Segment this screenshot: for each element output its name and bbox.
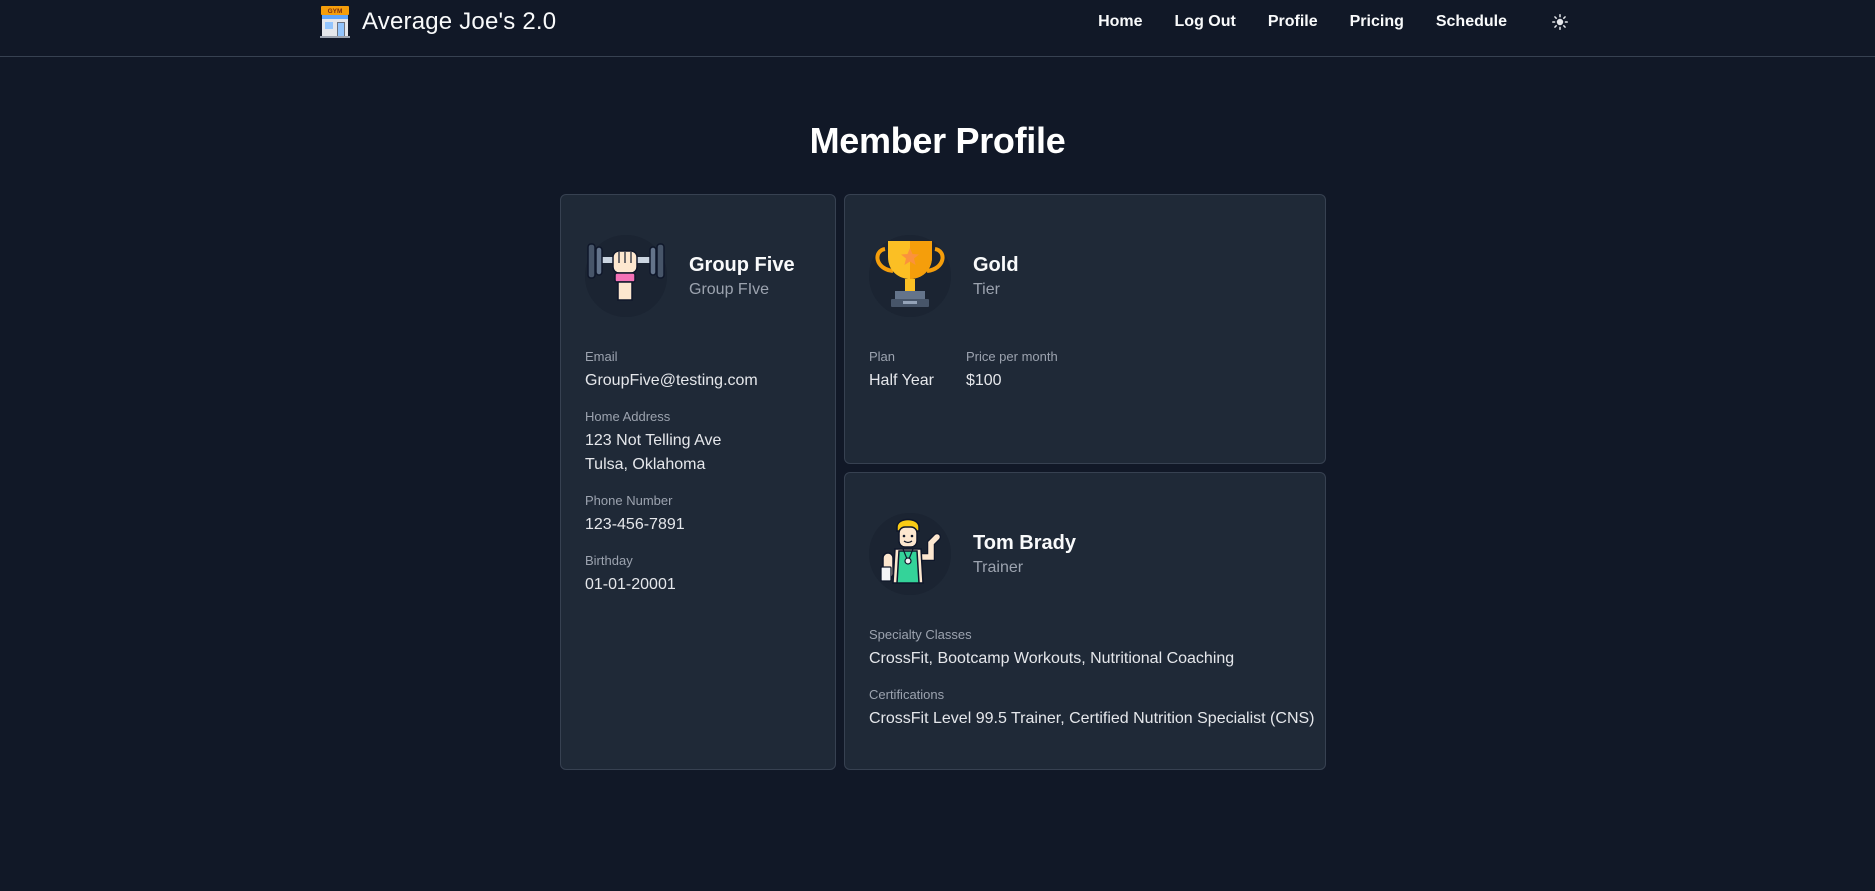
- app-title: Average Joe's 2.0: [362, 8, 557, 35]
- dumbbell-lift-icon: [585, 235, 667, 317]
- certifications-label: Certifications: [869, 687, 945, 702]
- birthday-label: Birthday: [585, 553, 633, 568]
- address-line2: Tulsa, Oklahoma: [585, 456, 706, 473]
- certifications-value: CrossFit Level 99.5 Trainer, Certified N…: [869, 710, 1315, 727]
- trophy-icon: [869, 235, 951, 317]
- trainer-subtitle: Trainer: [973, 558, 1024, 576]
- member-header: Group Five Group FIve: [585, 235, 795, 317]
- plan-value: Half Year: [869, 372, 934, 389]
- plan-label: Plan: [869, 349, 896, 364]
- phone-value: 123-456-7891: [585, 516, 685, 533]
- member-subtitle: Group FIve: [689, 280, 770, 298]
- address-field: Home Address 123 Not Telling Ave Tulsa, …: [585, 409, 721, 477]
- trainer-header-text: Tom Brady Trainer: [973, 530, 1076, 579]
- member-header-text: Group Five Group FIve: [689, 252, 795, 301]
- nav-menu: Home Log Out Profile Pricing Schedule: [1098, 10, 1569, 34]
- nav-schedule-link[interactable]: Schedule: [1436, 13, 1507, 31]
- specialty-value: CrossFit, Bootcamp Workouts, Nutritional…: [869, 650, 1235, 667]
- birthday-value: 01-01-20001: [585, 576, 676, 593]
- specialty-field: Specialty Classes CrossFit, Bootcamp Wor…: [869, 627, 1234, 671]
- trainer-name: Tom Brady: [973, 531, 1076, 554]
- tier-header: Gold Tier: [869, 235, 1019, 317]
- trainer-flexing-icon: [869, 513, 951, 595]
- trainer-header: Tom Brady Trainer: [869, 513, 1076, 595]
- nav-pricing-link[interactable]: Pricing: [1350, 13, 1404, 31]
- member-name: Group Five: [689, 253, 795, 276]
- sun-icon: [1552, 14, 1568, 30]
- page-title: Member Profile: [809, 120, 1066, 161]
- email-field: Email GroupFive@testing.com: [585, 349, 758, 393]
- price-label: Price per month: [965, 349, 1058, 364]
- brand[interactable]: GYM Average Joe's 2.0: [320, 5, 556, 39]
- email-value: GroupFive@testing.com: [585, 372, 758, 389]
- theme-toggle-button[interactable]: [1551, 13, 1569, 31]
- address-label: Home Address: [585, 409, 671, 424]
- trainer-card: Tom Brady Trainer Specialty Classes Cros…: [844, 472, 1326, 770]
- member-avatar: [585, 235, 667, 317]
- tier-header-text: Gold Tier: [973, 252, 1019, 301]
- certifications-field: Certifications CrossFit Level 99.5 Train…: [869, 687, 1315, 731]
- specialty-label: Specialty Classes: [869, 627, 972, 642]
- phone-label: Phone Number: [585, 493, 673, 508]
- nav-profile-link[interactable]: Profile: [1268, 13, 1318, 31]
- navbar: GYM Average Joe's 2.0 Home Log Out Profi…: [0, 0, 1875, 57]
- trainer-avatar: [869, 513, 951, 595]
- birthday-field: Birthday 01-01-20001: [585, 553, 676, 597]
- logo-sign-text: GYM: [328, 8, 343, 15]
- email-label: Email: [585, 349, 618, 364]
- member-card: Group Five Group FIve Email GroupFive@te…: [560, 194, 836, 770]
- address-line1: 123 Not Telling Ave: [585, 432, 722, 449]
- nav-logout-link[interactable]: Log Out: [1175, 13, 1236, 31]
- tier-avatar: [869, 235, 951, 317]
- tier-card: Gold Tier Plan Half Year Price per month…: [844, 194, 1326, 464]
- price-value: $100: [965, 372, 1002, 389]
- gym-storefront-icon: GYM: [320, 6, 350, 38]
- price-field: Price per month $100: [966, 349, 1058, 393]
- phone-field: Phone Number 123-456-7891: [585, 493, 685, 537]
- nav-home-link[interactable]: Home: [1098, 13, 1142, 31]
- plan-row: Plan Half Year Price per month $100: [869, 349, 1058, 393]
- plan-field: Plan Half Year: [869, 349, 934, 393]
- tier-subtitle: Tier: [973, 280, 1000, 298]
- tier-name: Gold: [973, 253, 1019, 276]
